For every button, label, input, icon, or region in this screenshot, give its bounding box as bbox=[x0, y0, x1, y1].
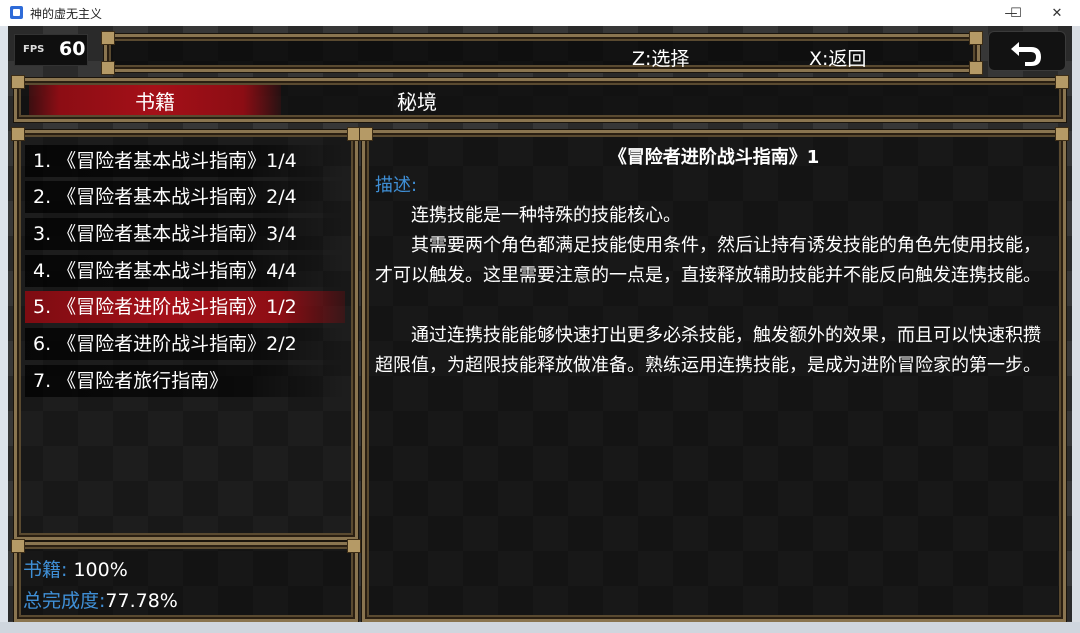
books-completion-value: 100% bbox=[67, 559, 128, 581]
select-hint: Z:选择 bbox=[632, 48, 690, 70]
frame-corner-ornament bbox=[969, 61, 983, 75]
description-paragraph: 通过连携技能能够快速打出更多必杀技能，触发额外的效果，而且可以快速积攒超限值，为… bbox=[375, 325, 1041, 376]
frame-corner-ornament bbox=[347, 539, 361, 553]
book-list-item[interactable]: 7. 《冒险者旅行指南》 bbox=[25, 365, 345, 397]
back-button[interactable] bbox=[988, 31, 1066, 71]
fps-value: 60 bbox=[59, 38, 86, 60]
book-list-item-selected[interactable]: 5. 《冒险者进阶战斗指南》1/2 bbox=[25, 291, 345, 323]
maximize-button[interactable]: ☐ bbox=[1000, 0, 1032, 26]
total-completion-label: 总完成度: bbox=[23, 590, 106, 612]
maximize-icon: ☐ bbox=[1010, 5, 1022, 21]
fps-label: FPS bbox=[23, 44, 45, 55]
return-arrow-icon bbox=[1011, 42, 1041, 66]
description-paragraph: 其需要两个角色都满足技能使用条件，然后让持有诱发技能的角色先使用技能，才可以触发… bbox=[375, 235, 1041, 286]
book-list-item[interactable]: 4. 《冒险者基本战斗指南》4/4 bbox=[25, 255, 345, 287]
fps-counter: FPS 60 bbox=[14, 34, 88, 66]
book-detail-panel: 《冒险者进阶战斗指南》1 描述: 连携技能是一种特殊的技能核心。 其需要两个角色… bbox=[359, 127, 1069, 622]
book-list-item[interactable]: 3. 《冒险者基本战斗指南》3/4 bbox=[25, 218, 345, 250]
app-icon bbox=[10, 6, 23, 19]
window-title: 神的虚无主义 bbox=[30, 7, 103, 21]
description-label: 描述: bbox=[375, 175, 418, 196]
tab-secret-realm[interactable]: 秘境 bbox=[292, 85, 542, 115]
window-titlebar: 神的虚无主义 — ☐ ✕ bbox=[0, 0, 1080, 27]
frame-corner-ornament bbox=[1055, 75, 1069, 89]
frame-corner-ornament bbox=[969, 31, 983, 45]
frame-corner-ornament bbox=[1055, 127, 1069, 141]
desktop-right-edge bbox=[1072, 26, 1080, 633]
close-icon: ✕ bbox=[1051, 5, 1063, 21]
books-completion: 书籍: 100% bbox=[23, 555, 128, 582]
books-completion-label: 书籍: bbox=[23, 559, 68, 581]
frame-corner-ornament bbox=[359, 127, 373, 141]
close-button[interactable]: ✕ bbox=[1034, 0, 1080, 26]
control-hint-bar: Z:选择 X:返回 bbox=[101, 31, 983, 75]
total-completion-value: 77.78% bbox=[105, 590, 178, 612]
desktop-left-edge bbox=[0, 26, 8, 633]
back-hint: X:返回 bbox=[809, 48, 867, 70]
frame-corner-ornament bbox=[11, 539, 25, 553]
description-paragraph: 连携技能是一种特殊的技能核心。 bbox=[411, 205, 681, 226]
book-list-item[interactable]: 1. 《冒险者基本战斗指南》1/4 bbox=[25, 145, 345, 177]
completion-stats-panel: 书籍: 100% 总完成度:77.78% bbox=[11, 539, 361, 622]
frame-corner-ornament bbox=[101, 61, 115, 75]
frame-corner-ornament bbox=[101, 31, 115, 45]
tab-books[interactable]: 书籍 bbox=[29, 85, 281, 115]
book-list-item[interactable]: 6. 《冒险者进阶战斗指南》2/2 bbox=[25, 328, 345, 360]
book-title: 《冒险者进阶战斗指南》1 bbox=[608, 147, 820, 168]
game-screen: FPS 60 Z:选择 X:返回 书籍 秘境 1. 《冒险者基本战斗指南》1/4… bbox=[8, 26, 1072, 622]
book-list-item[interactable]: 2. 《冒险者基本战斗指南》2/4 bbox=[25, 181, 345, 213]
category-tab-bar: 书籍 秘境 bbox=[11, 75, 1069, 122]
desktop-bottom-edge bbox=[0, 622, 1080, 633]
total-completion: 总完成度:77.78% bbox=[23, 586, 178, 613]
frame-corner-ornament bbox=[11, 75, 25, 89]
book-list-panel: 1. 《冒险者基本战斗指南》1/4 2. 《冒险者基本战斗指南》2/4 3. 《… bbox=[11, 127, 361, 540]
frame-corner-ornament bbox=[11, 127, 25, 141]
